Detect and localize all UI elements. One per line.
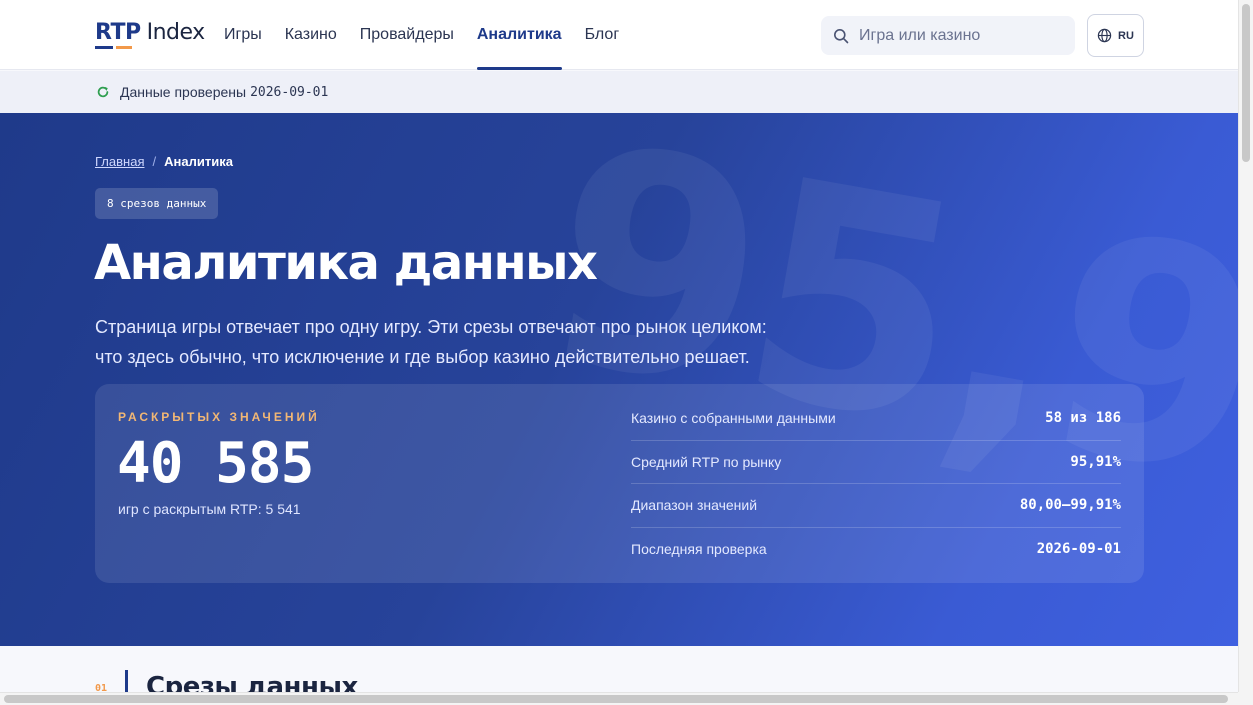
nav-item-games[interactable]: Игры: [224, 0, 262, 70]
stat-label: Последняя проверка: [631, 541, 767, 558]
stat-label: Казино с собранными данными: [631, 410, 836, 427]
stat-label: Диапазон значений: [631, 497, 758, 514]
search-input[interactable]: [859, 26, 1059, 45]
language-switcher[interactable]: RU: [1087, 14, 1144, 57]
stat-label: Средний RTP по рынку: [631, 453, 782, 470]
stat-value: 2026-09-01: [1036, 541, 1121, 558]
horizontal-scrollbar-thumb[interactable]: [4, 695, 1228, 703]
hero-section: 95,91 Главная / Аналитика 8 срезов данны…: [0, 113, 1238, 646]
hero-description: Страница игры отвечает про одну игру. Эт…: [95, 312, 875, 372]
nav-item-casino[interactable]: Казино: [285, 0, 337, 70]
page-title: Аналитика данных: [94, 235, 598, 291]
refresh-icon: [97, 86, 109, 98]
stat-row-average-rtp: Средний RTP по рынку 95,91%: [631, 441, 1121, 484]
site-header: RTP Index Игры Казино Провайдеры Аналити…: [0, 0, 1238, 70]
breadcrumb-separator: /: [152, 154, 157, 169]
section-accent-bar: [125, 670, 128, 692]
search-icon: [834, 28, 849, 43]
stats-subtitle: игр с раскрытым RTP: 5 541: [118, 501, 301, 517]
stats-card: РАСКРЫТЫХ ЗНАЧЕНИЙ 40 585 игр с раскрыты…: [95, 384, 1144, 583]
stat-row-last-check: Последняя проверка 2026-09-01: [631, 528, 1121, 572]
logo[interactable]: RTP Index: [95, 20, 205, 50]
stat-row-casinos: Казино с собранными данными 58 из 186: [631, 397, 1121, 441]
section-number: 01: [95, 683, 108, 692]
data-slices-section: 01 Срезы данных: [0, 646, 1238, 692]
logo-rtp: RTP: [95, 20, 141, 49]
breadcrumb: Главная / Аналитика: [95, 154, 233, 169]
nav-item-analytics[interactable]: Аналитика: [476, 0, 562, 70]
stat-value: 95,91%: [1070, 453, 1121, 470]
breadcrumb-current: Аналитика: [164, 154, 233, 169]
main-nav: Игры Казино Провайдеры Аналитика Блог: [224, 0, 642, 70]
breadcrumb-home-link[interactable]: Главная: [95, 154, 144, 169]
horizontal-scrollbar[interactable]: [0, 692, 1238, 705]
verified-strip: Данные проверены 2026-09-01: [0, 71, 1238, 113]
scrollbar-corner: [1238, 692, 1253, 705]
stats-rows: Казино с собранными данными 58 из 186 Ср…: [631, 397, 1121, 571]
vertical-scrollbar[interactable]: [1238, 0, 1253, 705]
slices-badge: 8 срезов данных: [95, 188, 219, 219]
logo-index: Index: [146, 20, 206, 45]
verified-date: 2026-09-01: [250, 84, 329, 100]
nav-item-blog[interactable]: Блог: [585, 0, 620, 70]
verified-label: Данные проверены: [120, 84, 247, 100]
globe-icon: [1097, 28, 1112, 43]
stats-kicker: РАСКРЫТЫХ ЗНАЧЕНИЙ: [118, 410, 320, 424]
stat-value: 58 из 186: [1045, 410, 1121, 427]
search-box[interactable]: [821, 16, 1075, 55]
stats-big-value: 40 585: [117, 431, 314, 496]
stat-row-range: Диапазон значений 80,00–99,91%: [631, 484, 1121, 528]
vertical-scrollbar-thumb[interactable]: [1242, 4, 1250, 162]
language-label: RU: [1118, 29, 1134, 42]
section-title: Срезы данных: [146, 672, 358, 692]
hero-description-line-2: что здесь обычно, что исключение и где в…: [95, 347, 750, 367]
hero-description-line-1: Страница игры отвечает про одну игру. Эт…: [95, 317, 767, 337]
stat-value: 80,00–99,91%: [1019, 497, 1121, 514]
nav-item-providers[interactable]: Провайдеры: [360, 0, 454, 70]
